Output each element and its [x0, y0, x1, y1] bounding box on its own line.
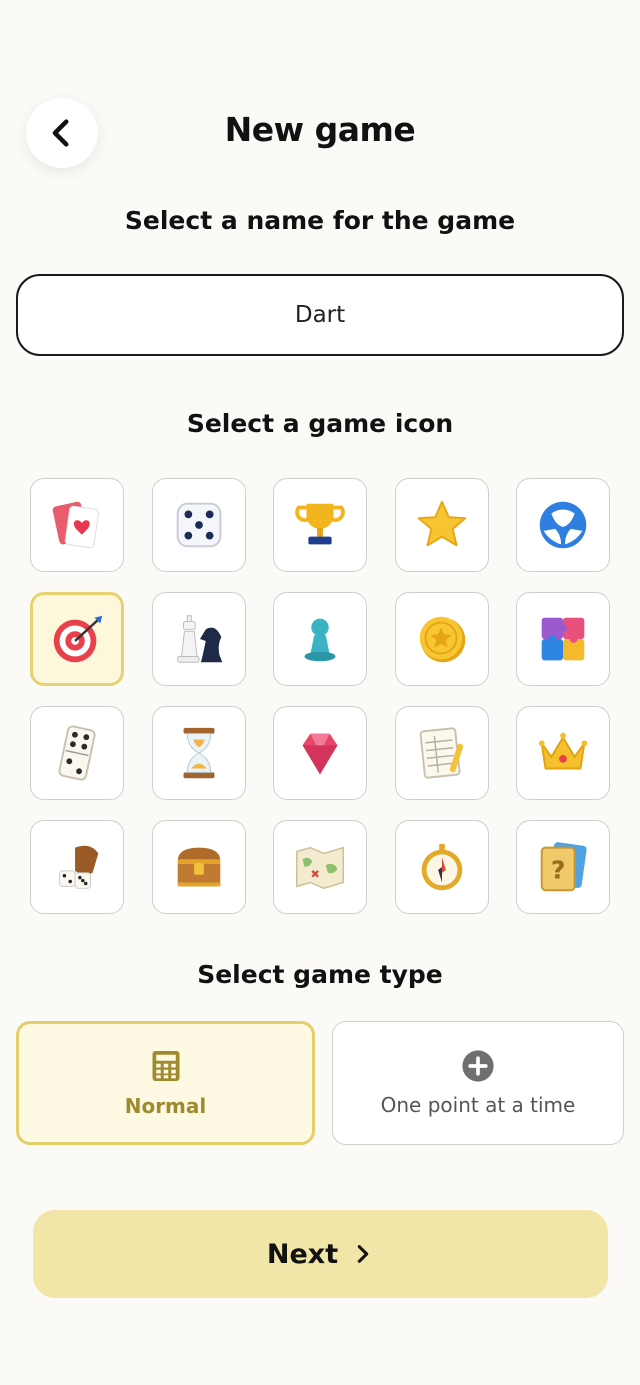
trophy-icon	[295, 503, 345, 545]
compass-icon	[421, 843, 462, 891]
icon-option-target[interactable]	[30, 592, 124, 686]
icon-option-pawn[interactable]	[273, 592, 367, 686]
game-name-value: Dart	[294, 302, 346, 328]
playing-cards-icon	[52, 501, 99, 549]
icon-option-dice-cup[interactable]	[30, 820, 124, 914]
next-button[interactable]: Next	[33, 1210, 608, 1298]
calculator-icon	[152, 1051, 179, 1081]
game-name-input[interactable]: Dart	[16, 274, 624, 356]
page-title: New game	[224, 110, 416, 149]
mystery-card-icon: ?	[540, 842, 587, 892]
treasure-chest-icon	[177, 847, 220, 887]
game-type-one-point[interactable]: One point at a time	[332, 1021, 624, 1145]
name-section-label: Select a name for the game	[124, 206, 516, 235]
ball-icon	[539, 501, 587, 549]
icon-grid: ?	[30, 478, 610, 914]
map-icon	[296, 846, 344, 890]
gem-icon	[302, 733, 338, 775]
icon-option-puzzle[interactable]	[516, 592, 610, 686]
icon-option-cards[interactable]	[30, 478, 124, 572]
coin-icon	[419, 616, 465, 663]
domino-icon	[58, 725, 96, 781]
game-type-normal-label: Normal	[124, 1094, 207, 1118]
target-icon	[53, 615, 103, 663]
chevron-right-icon	[357, 1245, 369, 1263]
icon-option-coin[interactable]	[394, 592, 489, 686]
icon-option-dice[interactable]	[151, 478, 246, 572]
star-icon	[417, 500, 466, 547]
scoresheet-icon	[419, 727, 463, 779]
chess-pieces-icon	[176, 615, 222, 663]
icon-option-ball[interactable]	[516, 478, 610, 572]
type-section-label: Select game type	[197, 960, 443, 989]
dice-cup-icon	[59, 845, 99, 889]
next-button-label: Next	[266, 1238, 339, 1270]
icon-option-star[interactable]	[394, 478, 489, 572]
icon-option-gem[interactable]	[273, 706, 367, 800]
pawn-icon	[304, 618, 336, 662]
icon-option-crown[interactable]	[516, 706, 610, 800]
icon-option-domino[interactable]	[30, 706, 124, 800]
icon-option-trophy[interactable]	[273, 478, 367, 572]
puzzle-icon	[541, 617, 585, 661]
icon-option-mystery-card[interactable]: ?	[516, 820, 610, 914]
plus-circle-icon	[462, 1050, 494, 1082]
icon-option-chess[interactable]	[151, 592, 246, 686]
icon-option-chest[interactable]	[151, 820, 246, 914]
game-type-normal[interactable]: Normal	[16, 1021, 315, 1145]
dice-icon	[176, 502, 221, 548]
game-type-one-point-label: One point at a time	[380, 1093, 576, 1117]
icon-option-map[interactable]	[273, 820, 367, 914]
svg-text:?: ?	[551, 856, 566, 885]
icon-option-hourglass[interactable]	[151, 706, 246, 800]
icon-section-label: Select a game icon	[186, 409, 454, 438]
hourglass-icon	[183, 727, 214, 779]
crown-icon	[538, 732, 588, 770]
icon-option-scoresheet[interactable]	[394, 706, 489, 800]
icon-option-compass[interactable]	[394, 820, 489, 914]
